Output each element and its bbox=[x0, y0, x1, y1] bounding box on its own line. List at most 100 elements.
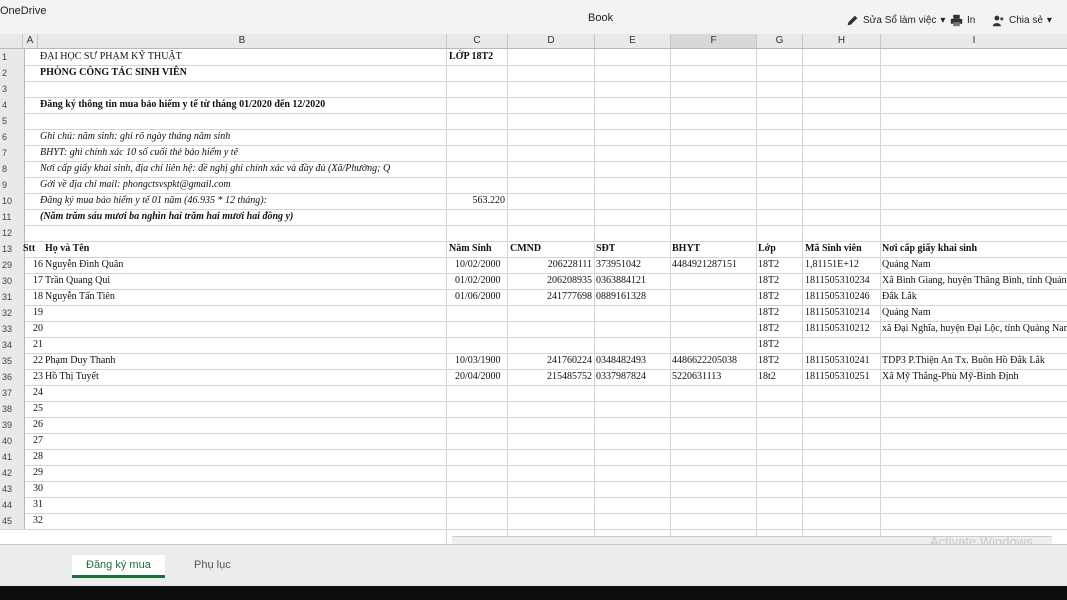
cmnd-cell[interactable]: 206208935 bbox=[508, 273, 592, 289]
edit-workbook-button[interactable]: Sửa Sổ làm việc ▾ bbox=[846, 14, 945, 27]
phone-cell[interactable]: 373951042 bbox=[596, 257, 641, 273]
onedrive-label[interactable]: OneDrive bbox=[0, 5, 46, 17]
university-name-cell[interactable]: ĐẠI HỌC SƯ PHẠM KỸ THUẬT bbox=[40, 49, 182, 65]
birthplace-cell[interactable]: Xã Bình Giang, huyện Thăng Bình, tỉnh Qu… bbox=[882, 273, 1067, 289]
header-cmnd[interactable]: CMND bbox=[510, 241, 541, 257]
header-bhyt[interactable]: BHYT bbox=[672, 241, 700, 257]
class-cell[interactable]: 18T2 bbox=[758, 321, 779, 337]
stt-cell[interactable]: 31 bbox=[23, 497, 43, 513]
dob-cell[interactable]: 10/03/1900 bbox=[455, 353, 501, 369]
birthplace-cell[interactable]: TDP3 P.Thiện An Tx. Buôn Hồ Đắk Lắk bbox=[882, 353, 1067, 369]
row-number[interactable]: 45 bbox=[0, 513, 25, 529]
row-number[interactable]: 2 bbox=[0, 65, 25, 81]
birthplace-cell[interactable]: xã Đại Nghĩa, huyện Đại Lộc, tỉnh Quảng … bbox=[882, 321, 1067, 337]
stt-cell[interactable]: 24 bbox=[23, 385, 43, 401]
stt-cell[interactable]: 30 bbox=[23, 481, 43, 497]
row-number[interactable]: 41 bbox=[0, 449, 25, 465]
share-button[interactable]: Chia sẻ ▾ bbox=[992, 14, 1052, 27]
row-number[interactable]: 32 bbox=[0, 305, 25, 321]
note-cell[interactable]: Ghi chú: năm sinh: ghi rõ ngày tháng năm… bbox=[40, 129, 230, 145]
email-note-cell[interactable]: Gởi về địa chỉ mail: phongctsvspkt@gmail… bbox=[40, 177, 231, 193]
class-cell[interactable]: 18T2 bbox=[758, 353, 779, 369]
name-cell[interactable]: Trần Quang Qui bbox=[45, 273, 110, 289]
header-stt[interactable]: Stt bbox=[23, 241, 35, 257]
cmnd-cell[interactable]: 241777698 bbox=[508, 289, 592, 305]
dob-cell[interactable]: 20/04/2000 bbox=[455, 369, 501, 385]
print-button[interactable]: In bbox=[950, 14, 975, 27]
name-cell[interactable]: Hồ Thị Tuyết bbox=[45, 369, 99, 385]
office-name-cell[interactable]: PHÒNG CÔNG TÁC SINH VIÊN bbox=[40, 65, 187, 81]
header-class[interactable]: Lớp bbox=[758, 241, 776, 257]
bhyt-cell[interactable]: 4484921287151 bbox=[672, 257, 737, 273]
row-number[interactable]: 9 bbox=[0, 177, 25, 193]
stt-cell[interactable]: 19 bbox=[23, 305, 43, 321]
class-cell[interactable]: LỚP 18T2 bbox=[449, 49, 493, 65]
birthplace-cell[interactable]: Quảng Nam bbox=[882, 305, 1067, 321]
row-number[interactable]: 30 bbox=[0, 273, 25, 289]
cmnd-cell[interactable]: 241760224 bbox=[508, 353, 592, 369]
student-id-cell[interactable]: 1811505310212 bbox=[805, 321, 870, 337]
student-id-cell[interactable]: 1811505310241 bbox=[805, 353, 870, 369]
student-id-cell[interactable]: 1,81151E+12 bbox=[805, 257, 859, 273]
class-cell[interactable]: 18T2 bbox=[758, 257, 779, 273]
header-student-id[interactable]: Mã Sinh viên bbox=[805, 241, 862, 257]
birthplace-cell[interactable]: Đắk Lắk bbox=[882, 289, 1067, 305]
column-header-g[interactable]: G bbox=[757, 34, 803, 48]
spreadsheet-grid[interactable]: A B C D E F G H I 1 ĐẠI HỌC SƯ PHẠM KỸ TH… bbox=[0, 34, 1067, 544]
column-header-b[interactable]: B bbox=[38, 34, 447, 48]
phone-cell[interactable]: 0337987824 bbox=[596, 369, 646, 385]
column-header-i[interactable]: I bbox=[881, 34, 1067, 48]
note-cell[interactable]: Nơi cấp giấy khai sinh, địa chỉ liên hệ:… bbox=[40, 161, 445, 177]
dob-cell[interactable]: 01/06/2000 bbox=[455, 289, 501, 305]
header-sdt[interactable]: SĐT bbox=[596, 241, 615, 257]
stt-cell[interactable]: 28 bbox=[23, 449, 43, 465]
stt-cell[interactable]: 17 bbox=[23, 273, 43, 289]
stt-cell[interactable]: 25 bbox=[23, 401, 43, 417]
birthplace-cell[interactable]: Xã Mỹ Thắng-Phù Mỹ-Bình Định bbox=[882, 369, 1067, 385]
row-number[interactable]: 33 bbox=[0, 321, 25, 337]
column-header-d[interactable]: D bbox=[508, 34, 595, 48]
class-cell[interactable]: 18T2 bbox=[758, 337, 779, 353]
row-number[interactable]: 34 bbox=[0, 337, 25, 353]
stt-cell[interactable]: 29 bbox=[23, 465, 43, 481]
row-number[interactable]: 3 bbox=[0, 81, 25, 97]
row-number[interactable]: 36 bbox=[0, 369, 25, 385]
row-number[interactable]: 7 bbox=[0, 145, 25, 161]
student-id-cell[interactable]: 1811505310214 bbox=[805, 305, 870, 321]
bhyt-cell[interactable]: 4486622205038 bbox=[672, 353, 737, 369]
name-cell[interactable]: Nguyễn Tấn Tiên bbox=[45, 289, 115, 305]
stt-cell[interactable]: 20 bbox=[23, 321, 43, 337]
student-id-cell[interactable]: 1811505310234 bbox=[805, 273, 870, 289]
row-number[interactable]: 35 bbox=[0, 353, 25, 369]
row-number[interactable]: 4 bbox=[0, 97, 25, 113]
phone-cell[interactable]: 0889161328 bbox=[596, 289, 646, 305]
stt-cell[interactable]: 22 bbox=[23, 353, 43, 369]
column-header-f[interactable]: F bbox=[671, 34, 757, 48]
header-name[interactable]: Họ và Tên bbox=[45, 241, 89, 257]
row-number[interactable]: 13 bbox=[0, 241, 25, 257]
row-number[interactable]: 10 bbox=[0, 193, 25, 209]
stt-cell[interactable]: 32 bbox=[23, 513, 43, 529]
dob-cell[interactable]: 01/02/2000 bbox=[455, 273, 501, 289]
row-number[interactable]: 8 bbox=[0, 161, 25, 177]
class-cell[interactable]: 18T2 bbox=[758, 305, 779, 321]
phone-cell[interactable]: 0363884121 bbox=[596, 273, 646, 289]
cmnd-cell[interactable]: 215485752 bbox=[508, 369, 592, 385]
row-number[interactable]: 31 bbox=[0, 289, 25, 305]
form-title-cell[interactable]: Đăng ký thông tin mua bảo hiểm y tế từ t… bbox=[40, 97, 325, 113]
row-number[interactable]: 39 bbox=[0, 417, 25, 433]
name-cell[interactable]: Nguyễn Đình Quân bbox=[45, 257, 123, 273]
stt-cell[interactable]: 18 bbox=[23, 289, 43, 305]
row-number[interactable]: 29 bbox=[0, 257, 25, 273]
row-number[interactable]: 44 bbox=[0, 497, 25, 513]
stt-cell[interactable]: 21 bbox=[23, 337, 43, 353]
row-number[interactable]: 1 bbox=[0, 49, 25, 65]
row-number[interactable]: 42 bbox=[0, 465, 25, 481]
row-number[interactable]: 11 bbox=[0, 209, 25, 225]
header-dob[interactable]: Năm Sinh bbox=[449, 241, 492, 257]
stt-cell[interactable]: 26 bbox=[23, 417, 43, 433]
student-id-cell[interactable]: 1811505310246 bbox=[805, 289, 870, 305]
class-cell[interactable]: 18t2 bbox=[758, 369, 776, 385]
note-cell[interactable]: BHYT: ghi chính xác 10 số cuối thẻ bảo h… bbox=[40, 145, 238, 161]
row-number[interactable]: 12 bbox=[0, 225, 25, 241]
